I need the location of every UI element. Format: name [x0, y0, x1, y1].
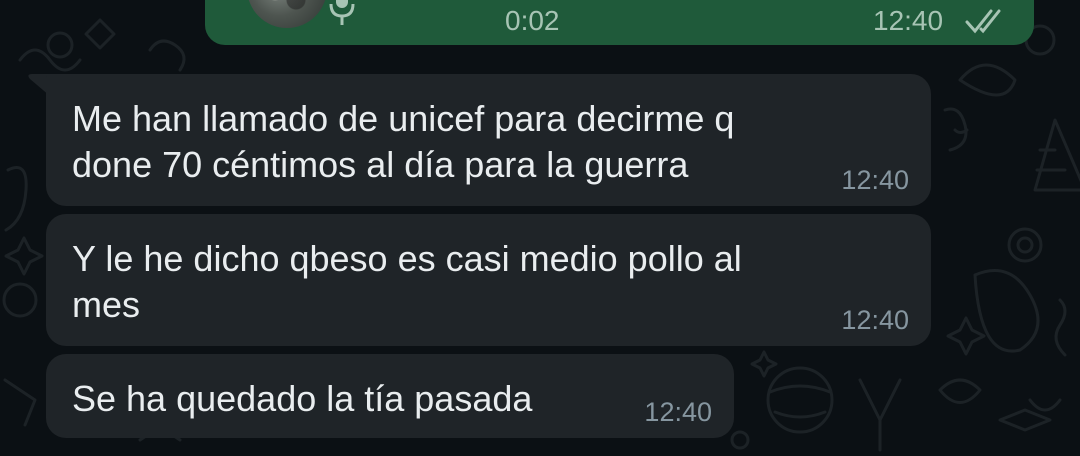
- message-line: done 70 céntimos al día para la guerra: [72, 144, 689, 185]
- message-text: Se ha quedado la tía pasada: [72, 376, 532, 422]
- message-line: Me han llamado de unicef para decirme q: [72, 98, 735, 139]
- message-line: mes: [72, 284, 141, 325]
- outgoing-voice-message[interactable]: 0:02 12:40: [205, 0, 1034, 45]
- message-line: Y le he dicho qbeso es casi medio pollo …: [72, 238, 742, 279]
- message-text: Y le he dicho qbeso es casi medio pollo …: [72, 236, 742, 328]
- voice-duration: 0:02: [505, 5, 560, 36]
- incoming-message[interactable]: Se ha quedado la tía pasada 12:40: [46, 354, 734, 438]
- message-text: Me han llamado de unicef para decirme q …: [72, 96, 734, 188]
- chat-window: 0:02 12:40 Me han llamado de unicef para…: [0, 0, 1080, 456]
- message-timestamp: 12:40: [873, 5, 944, 36]
- incoming-message[interactable]: Y le he dicho qbeso es casi medio pollo …: [46, 214, 931, 346]
- message-line: Se ha quedado la tía pasada: [72, 378, 533, 419]
- message-timestamp: 12:40: [841, 305, 909, 335]
- microphone-icon: [329, 0, 355, 25]
- message-timestamp: 12:40: [841, 165, 909, 195]
- incoming-message[interactable]: Me han llamado de unicef para decirme q …: [46, 74, 931, 206]
- message-timestamp: 12:40: [644, 397, 712, 427]
- sender-avatar: [247, 0, 327, 28]
- double-check-icon: [965, 9, 1001, 34]
